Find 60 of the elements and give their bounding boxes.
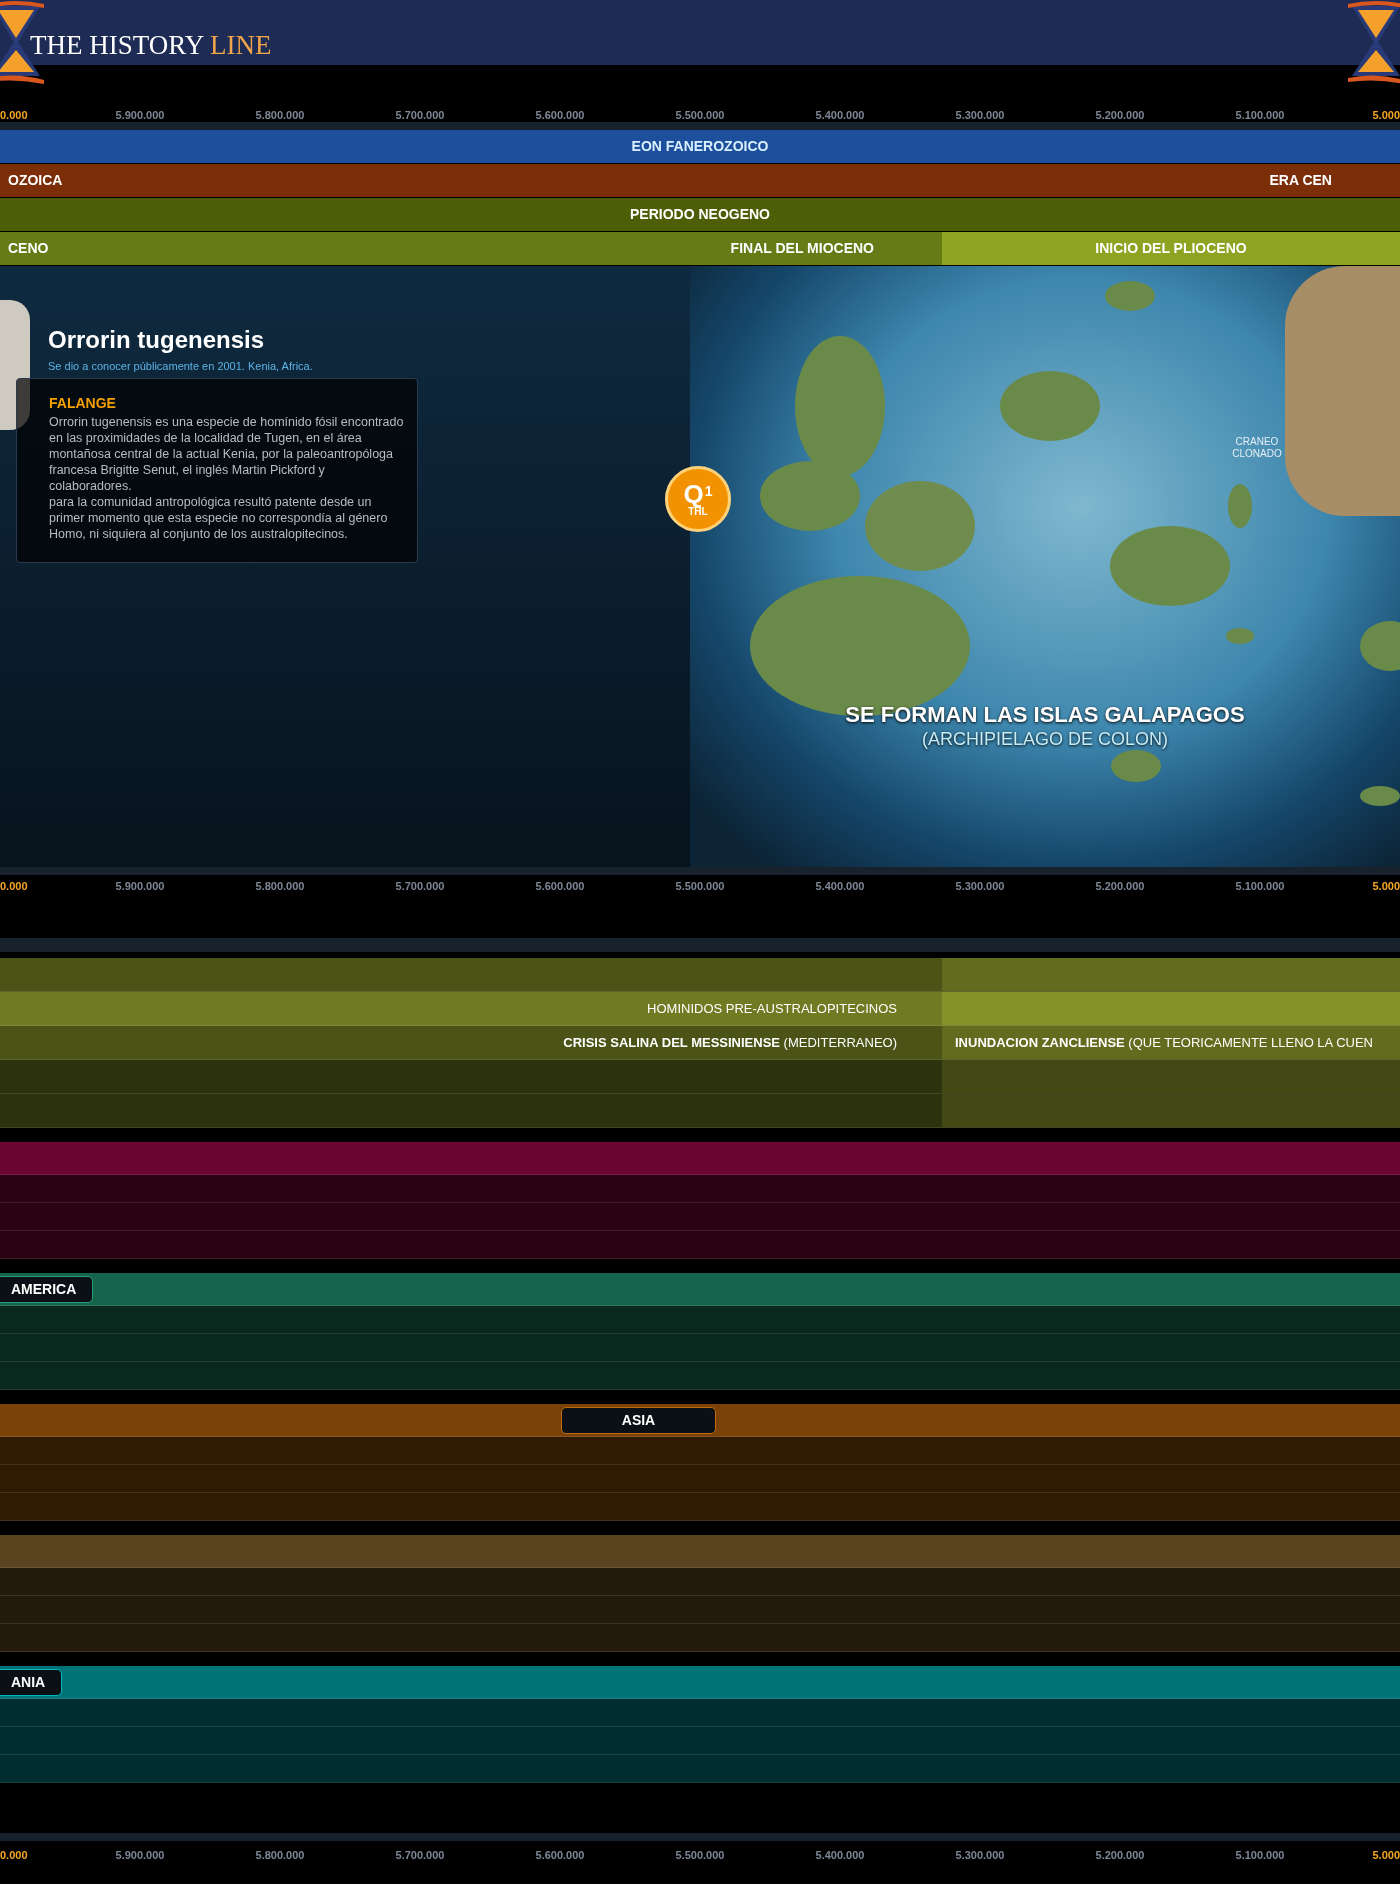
region-label[interactable]: AMERICA — [0, 1276, 94, 1303]
card-text: para la comunidad antropológica resultó patente desde un primer momento que esta especie no correspondía al género Homo, ni siquiera al conjunto de los australopitecinos. — [49, 494, 389, 542]
axis-label: 5.400.000 — [815, 108, 865, 123]
band-label: OZOICA — [8, 171, 63, 190]
axis-label: 5.500.000 — [675, 879, 725, 894]
axis-label: 5.300.000 — [955, 879, 1005, 894]
event-label: HOMINIDOS PRE-AUSTRALOPITECINOS — [647, 999, 897, 1018]
event-subtitle: Se dio a conocer públicamente en 2001. Kenia, Africa. — [48, 359, 313, 374]
band-label: CENO — [8, 239, 49, 258]
timeline-band[interactable]: PERIODO NEOGENO — [0, 198, 1400, 231]
axis-label: 5.600.000 — [535, 108, 585, 123]
timeline-band[interactable]: EON FANEROZOICO — [0, 130, 1400, 163]
axis-label: 5.600.000 — [535, 1848, 585, 1863]
card-text: Orrorin tugenensis es una especie de homínido fósil encontrado en las proximidades de la localidad de Tugen, en el área montañosa central de la actual Kenia, por la paleoantropóloga francesa Brigitte Senut, el inglés Martin Pickford y colaboradores. — [49, 414, 405, 494]
axis-label: 5.700.000 — [395, 108, 445, 123]
axis-label: 0.000 — [0, 1848, 28, 1863]
axis-label: 5.300.000 — [955, 1848, 1005, 1863]
axis-label: 5.300.000 — [955, 108, 1005, 123]
axis-label: 5.800.000 — [255, 1848, 305, 1863]
axis-label: 5.700.000 — [395, 1848, 445, 1863]
band-label: INICIO DEL PLIOCENO — [1095, 239, 1247, 258]
region-label[interactable]: ASIA — [561, 1407, 716, 1434]
logo-text: THE HISTORY LINE — [30, 32, 272, 59]
card-heading: FALANGE — [49, 394, 117, 413]
axis-label: 5.000 — [1372, 108, 1400, 123]
event-subheadline: (ARCHIPIELAGO DE COLON) — [920, 728, 1169, 751]
event-label: CRISIS SALINA DEL MESSINIENSE (MEDITERRANEO) — [563, 1033, 897, 1052]
axis-label: 5.100.000 — [1235, 879, 1285, 894]
axis-label: 5.200.000 — [1095, 1848, 1145, 1863]
timeline-band[interactable]: CENO FINAL DEL MIOCENO — [0, 232, 942, 265]
timeline-band[interactable]: OZOICA ERA CEN — [0, 164, 1400, 197]
axis-label: 5.800.000 — [255, 108, 305, 123]
axis-label: 5.500.000 — [675, 108, 725, 123]
band-label: EON FANEROZOICO — [631, 137, 769, 156]
axis-label: 5.700.000 — [395, 879, 445, 894]
axis-label: 0.000 — [0, 108, 28, 123]
band-label: FINAL DEL MIOCENO — [730, 239, 875, 258]
axis-label: 5.100.000 — [1235, 108, 1285, 123]
hourglass-icon — [1348, 0, 1400, 86]
region-label[interactable]: ANIA — [0, 1669, 63, 1696]
band-label: ERA CEN — [1269, 171, 1333, 190]
axis-label: 5.000 — [1372, 1848, 1400, 1863]
axis-label: 5.400.000 — [815, 879, 865, 894]
axis-label: 5.800.000 — [255, 879, 305, 894]
event-headline: SE FORMAN LAS ISLAS GALAPAGOS — [844, 701, 1246, 729]
axis-label: 5.200.000 — [1095, 879, 1145, 894]
event-title: Orrorin tugenensis — [48, 325, 265, 355]
axis-label: 5.200.000 — [1095, 108, 1145, 123]
skull-caption: CRANEO CLONADO — [1231, 436, 1283, 460]
axis-label: 5.100.000 — [1235, 1848, 1285, 1863]
axis-label: 5.900.000 — [115, 108, 165, 123]
axis-label: 5.600.000 — [535, 879, 585, 894]
band-label: PERIODO NEOGENO — [630, 205, 770, 224]
axis-label: 5.900.000 — [115, 879, 165, 894]
axis-label: 5.500.000 — [675, 1848, 725, 1863]
axis-label: 5.400.000 — [815, 1848, 865, 1863]
axis-label: 0.000 — [0, 879, 28, 894]
axis-label: 5.000 — [1372, 879, 1400, 894]
event-label: INUNDACION ZANCLIENSE (QUE TEORICAMENTE LLENO LA CUEN — [955, 1033, 1373, 1052]
axis-label: 5.900.000 — [115, 1848, 165, 1863]
